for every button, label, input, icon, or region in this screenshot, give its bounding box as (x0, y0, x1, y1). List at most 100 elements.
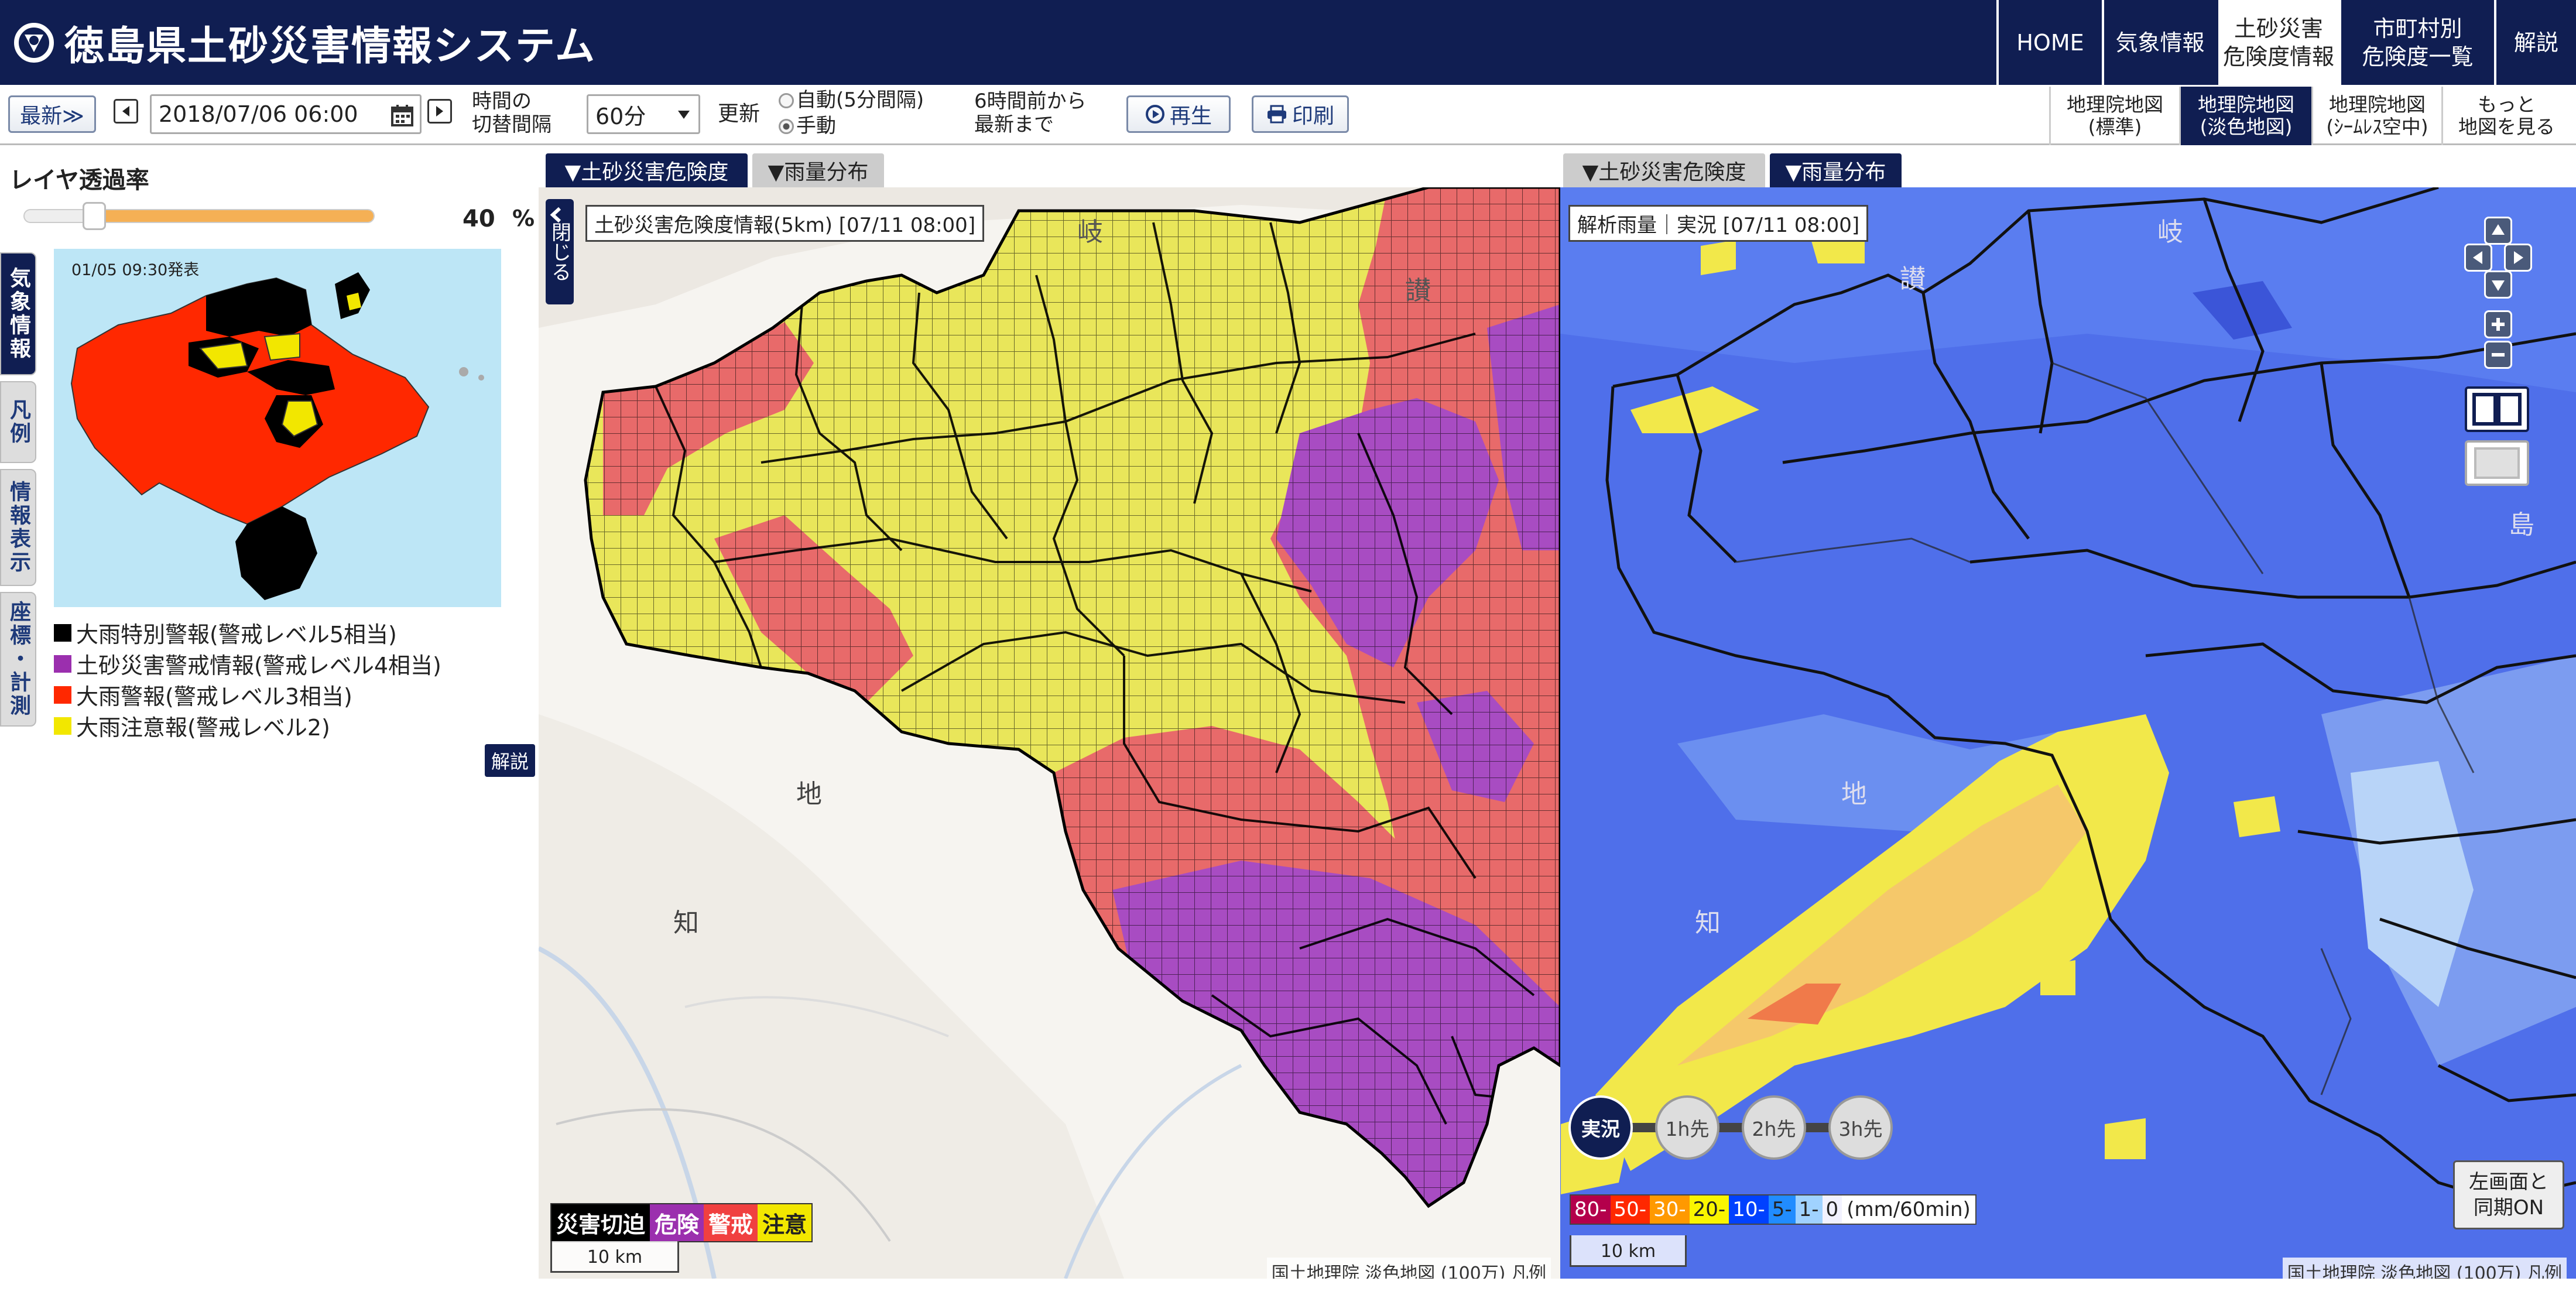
basemap-seamless-photo[interactable]: 地理院地図 (ｼｰﾑﾚｽ空中) (2311, 87, 2441, 145)
sediment-risk-map[interactable]: 閉じる 土砂災害危険度情報(5km) [07/11 08:00] 讃 岐 地 知… (539, 187, 1560, 1279)
dropdown-arrow-icon (678, 111, 690, 119)
pan-right-button[interactable] (2504, 244, 2532, 272)
triangle-right-icon (436, 106, 443, 117)
basemap-standard[interactable]: 地理院地図 (標準) (2049, 87, 2179, 145)
time-3h-button[interactable]: 3h先 (1828, 1095, 1893, 1160)
zoom-out-button[interactable] (2484, 341, 2512, 369)
risk-level-legend: 災害切迫 危険 警戒 注意 (550, 1203, 813, 1242)
side-tab-coords[interactable]: 座標・計測 (0, 592, 36, 727)
right-tab-rainfall[interactable]: ▼雨量分布 (1770, 153, 1902, 187)
map-attribution[interactable]: 国土地理院 淡色地図 (100万) 凡例 (2282, 1258, 2567, 1279)
place-label-sanuki: 讃 (1900, 264, 1926, 294)
triangle-left-icon (122, 106, 129, 117)
place-label-sanuki: 讃 (1405, 276, 1431, 306)
time-now-button[interactable]: 実況 (1568, 1095, 1633, 1160)
basemap-pale[interactable]: 地理院地図 (淡色地図) (2179, 87, 2311, 145)
scale-bar: 10 km (550, 1241, 679, 1273)
legend-1: 1- (1795, 1195, 1823, 1224)
side-tab-weather[interactable]: 気象情報 (0, 252, 36, 375)
legend-item-level2: 大雨注意報(警戒レベル2) (54, 710, 330, 742)
pan-down-button[interactable] (2484, 270, 2512, 299)
chevron-left-icon[interactable] (547, 205, 567, 225)
triangle-down-icon (2492, 280, 2505, 291)
legend-item-level3: 大雨警報(警戒レベル3相当) (54, 679, 352, 711)
prefecture-warning-map (54, 249, 501, 607)
interval-select[interactable]: 60分 (587, 94, 700, 134)
prev-time-button[interactable] (114, 99, 138, 124)
print-button[interactable]: 印刷 (1252, 95, 1349, 133)
radio-on-icon[interactable] (779, 119, 794, 134)
tokushima-emblem-icon (14, 22, 54, 63)
legend-swatch-yellow (54, 717, 71, 735)
next-time-button[interactable] (427, 99, 452, 124)
left-tab-sediment-risk[interactable]: ▼土砂災害危険度 (546, 153, 748, 187)
nav-municipal-risk[interactable]: 市町村別 危険度一覧 (2339, 0, 2494, 85)
opacity-slider-handle[interactable] (83, 202, 107, 230)
basemap-more[interactable]: もっと 地図を見る (2441, 87, 2570, 145)
layer-opacity-title: レイヤ透過率 (9, 167, 149, 194)
side-tab-legend[interactable]: 凡例 (0, 381, 36, 463)
latest-button[interactable]: 最新≫ (8, 95, 96, 133)
nav-weather[interactable]: 気象情報 (2102, 0, 2216, 85)
place-label-gi: 岐 (1077, 217, 1103, 247)
auto-update-radio[interactable]: 自動(5分間隔) (779, 88, 924, 112)
legend-caution: 注意 (758, 1204, 812, 1241)
triangle-right-icon (2514, 251, 2523, 264)
warning-mini-map[interactable]: 01/05 09:30発表 (54, 249, 501, 607)
radio-off-icon[interactable] (779, 93, 794, 108)
rainfall-map[interactable]: 解析雨量｜実況 [07/11 08:00] 讃 岐 地 知 島 実況 1h先 2… (1560, 187, 2576, 1279)
legend-5: 5- (1768, 1195, 1796, 1224)
zoom-in-button[interactable] (2484, 310, 2512, 338)
play-button[interactable]: 再生 (1126, 95, 1231, 133)
place-label-gi: 岐 (2157, 217, 2183, 247)
legend-unit: (mm/60min) (1847, 1198, 1971, 1221)
nav-explanation[interactable]: 解説 (2494, 0, 2576, 85)
triangle-up-icon (2492, 224, 2505, 235)
place-label-shima: 島 (2509, 510, 2534, 540)
close-panel-label: 閉じる (547, 222, 571, 282)
legend-warning: 警戒 (704, 1204, 758, 1241)
plus-icon (2492, 318, 2505, 331)
manual-update-radio[interactable]: 手動 (779, 114, 836, 138)
rainfall-info-label: 解析雨量｜実況 [07/11 08:00] (1568, 205, 1869, 242)
time-1h-button[interactable]: 1h先 (1655, 1095, 1719, 1160)
opacity-slider[interactable] (23, 202, 375, 230)
legend-explain-button[interactable]: 解説 (485, 744, 535, 777)
time-2h-button[interactable]: 2h先 (1742, 1095, 1806, 1160)
risk-info-label: 土砂災害危険度情報(5km) [07/11 08:00] (585, 205, 985, 242)
risk-map-canvas (539, 187, 1560, 1279)
replay-description: 6時間前から 最新まで (974, 90, 1087, 136)
legend-50: 50- (1610, 1195, 1650, 1224)
nav-sediment-risk[interactable]: 土砂災害 危険度情報 (2216, 0, 2339, 85)
opacity-value: 40 (463, 205, 495, 232)
rainfall-legend: 80- 50- 30- 20- 10- 5- 1- 0 (mm/60min) (1570, 1194, 1976, 1225)
app-logo[interactable]: 徳島県土砂災害情報システム (0, 0, 703, 85)
opacity-slider-fill (94, 210, 374, 222)
triangle-left-icon (2473, 251, 2482, 264)
split-screen-icon (2472, 393, 2522, 426)
map-attribution[interactable]: 国土地理院 淡色地図 (100万) 凡例 (1266, 1258, 1551, 1279)
left-panel: レイヤ透過率 40 % 気象情報 凡例 情報表示 座標・計測 01/05 09:… (0, 148, 539, 1312)
legend-danger: 危険 (650, 1204, 704, 1241)
side-tab-info[interactable]: 情報表示 (0, 469, 36, 586)
legend-item-level4: 土砂災害警戒情報(警戒レベル4相当) (54, 648, 441, 680)
mini-map-issued-time: 01/05 09:30発表 (71, 261, 200, 279)
split-view-button[interactable] (2465, 386, 2529, 432)
sync-toggle-button[interactable]: 左画面と 同期ON (2453, 1160, 2564, 1229)
left-tab-rainfall[interactable]: ▼雨量分布 (752, 153, 884, 187)
place-label-kochi: 知 (1695, 908, 1721, 938)
nav-home[interactable]: HOME (1996, 0, 2102, 85)
legend-swatch-black (54, 624, 71, 642)
calendar-icon[interactable] (390, 104, 414, 126)
play-circle-icon (1145, 105, 1164, 124)
place-label-chi: 地 (796, 779, 822, 809)
legend-30: 30- (1650, 1195, 1690, 1224)
pan-left-button[interactable] (2464, 244, 2492, 272)
single-view-button[interactable] (2465, 440, 2529, 486)
app-title: 徳島県土砂災害情報システム (64, 23, 596, 70)
right-tab-sediment-risk[interactable]: ▼土砂災害危険度 (1563, 153, 1765, 187)
pan-up-button[interactable] (2484, 217, 2512, 245)
datetime-input[interactable]: 2018/07/06 06:00 (150, 94, 422, 134)
legend-imminent: 災害切迫 (551, 1204, 650, 1241)
interval-label: 時間の 切替間隔 (472, 90, 551, 136)
